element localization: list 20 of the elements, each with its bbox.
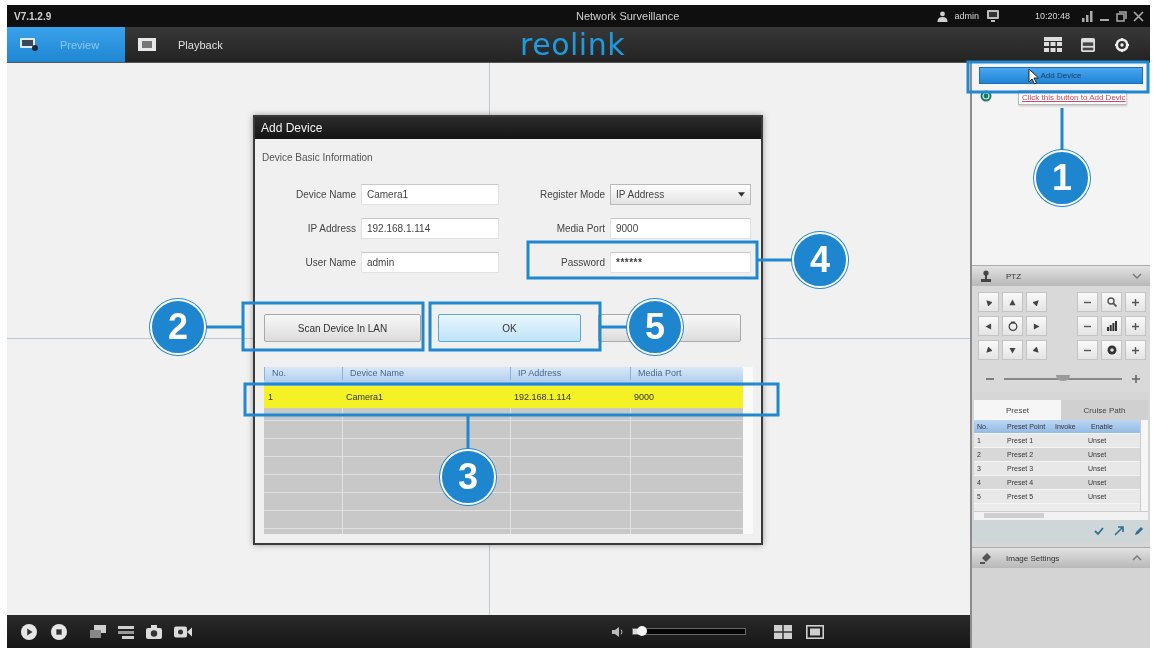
window-title: Network Surveillance [576,10,680,22]
field-label: Register Mode [538,189,605,200]
dialog-title: Add Device [261,121,323,135]
section-label: Device Basic Information [262,151,374,164]
clock-time: 10:20:48 [1034,11,1070,21]
section-title: Image Settings [1006,553,1060,563]
user-name: admin [954,11,979,21]
tooltip-text: Click this button to Add Devic [1022,93,1126,102]
logo: reolink [520,29,626,60]
field-label: Password [560,257,605,268]
section-title: PTZ [1006,271,1022,281]
version-label: V7.1.2.9 [13,10,52,22]
table-cell-text: 1 [267,392,274,402]
field-label: IP Address [306,223,356,234]
field-label: Media Port [555,223,605,234]
table-cell-text: 192.168.1.114 [513,392,572,402]
field-label: User Name [304,257,356,268]
field-label: Device Name [294,189,356,200]
table-cell-text: Camera1 [345,392,384,402]
table-cell-text: 9000 [633,392,656,402]
